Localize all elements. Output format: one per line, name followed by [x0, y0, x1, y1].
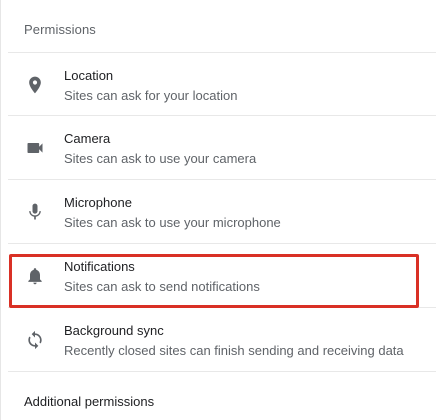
permission-row-microphone[interactable]: Microphone Sites can ask to use your mic…: [8, 180, 436, 244]
permission-label: Microphone: [64, 195, 132, 210]
permission-row-notifications[interactable]: Notifications Sites can ask to send noti…: [8, 244, 436, 308]
permission-label: Location: [64, 68, 114, 83]
permission-description: Sites can ask to use your microphone: [64, 215, 281, 230]
permission-description: Recently closed sites can finish sending…: [64, 343, 404, 358]
sync-icon: [25, 330, 45, 350]
permission-label: Notifications: [64, 259, 135, 274]
location-pin-icon: [25, 75, 45, 95]
additional-permissions-title[interactable]: Additional permissions: [24, 394, 154, 409]
permission-description: Sites can ask for your location: [64, 88, 238, 103]
permission-description: Sites can ask to send notifications: [64, 279, 260, 294]
permission-label: Background sync: [64, 323, 164, 338]
bell-icon: [25, 266, 45, 286]
permission-row-background-sync[interactable]: Background sync Recently closed sites ca…: [8, 308, 436, 372]
permissions-panel: Permissions Location Sites can ask for y…: [0, 0, 436, 420]
section-title: Permissions: [24, 22, 96, 37]
permission-row-location[interactable]: Location Sites can ask for your location: [8, 52, 436, 116]
permission-row-camera[interactable]: Camera Sites can ask to use your camera: [8, 116, 436, 180]
permission-description: Sites can ask to use your camera: [64, 151, 257, 166]
permission-label: Camera: [64, 131, 111, 146]
microphone-icon: [25, 202, 45, 222]
permissions-list: Location Sites can ask for your location…: [8, 52, 436, 372]
camera-icon: [25, 138, 45, 158]
